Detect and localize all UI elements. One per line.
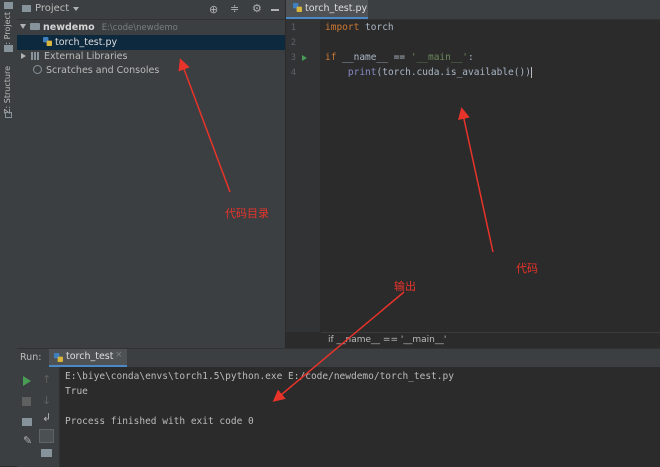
annotation-code: 代码 [516,262,538,275]
annotation-output: 输出 [394,280,416,293]
annotation-arrows [178,58,494,402]
arrow-to-project-tree [178,58,231,193]
arrow-to-output [272,291,405,402]
arrow-to-code [458,107,494,253]
annotation-code-dir: 代码目录 [225,207,269,220]
